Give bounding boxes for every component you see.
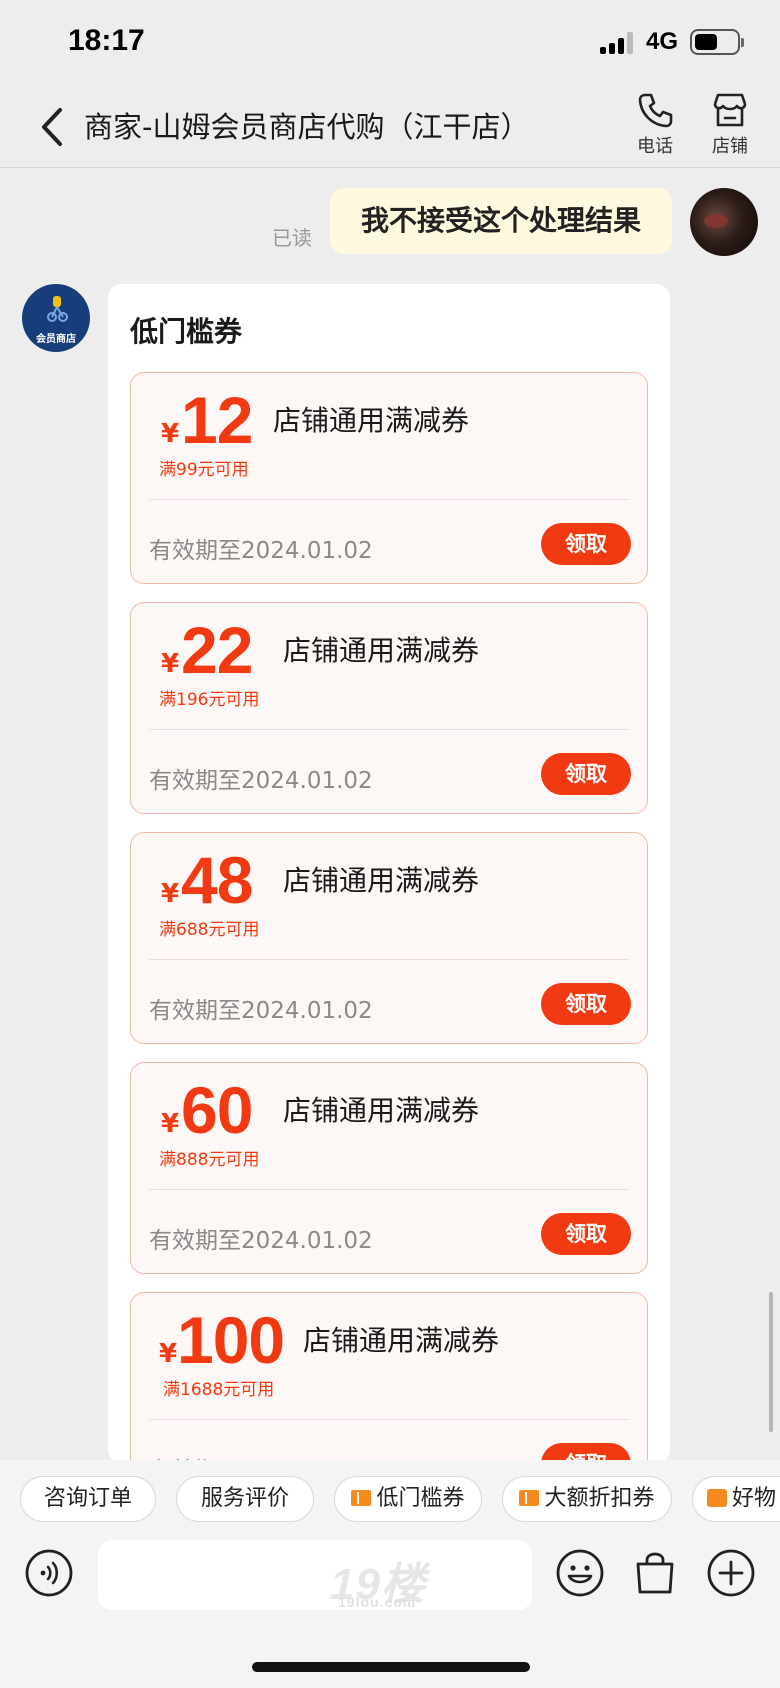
coupon-amount: 48 — [181, 843, 253, 917]
coupon-divider — [149, 1189, 629, 1190]
currency-symbol: ¥ — [161, 419, 180, 449]
coupon-card-title: 低门槛券 — [130, 315, 243, 348]
coupon-condition: 满688元可用 — [159, 920, 260, 940]
shop-logo-icon — [47, 296, 68, 322]
quick-reply-label: 咨询订单 — [43, 1486, 132, 1511]
coupon-name: 店铺通用满减券 — [283, 864, 480, 897]
coupon-card-message: 低门槛券 ¥ 12 满99元可用 店铺通用满减券 有效期至2024.01.02 … — [108, 284, 670, 1464]
coupon-divider — [149, 499, 629, 500]
currency-symbol: ¥ — [161, 649, 180, 679]
coupon-divider — [149, 729, 629, 730]
quick-reply-label: 低门槛券 — [376, 1486, 465, 1511]
coupon-amount: 22 — [181, 613, 253, 687]
claim-coupon-button[interactable]: 领取 — [541, 983, 631, 1025]
quick-reply-label: 服务评价 — [200, 1486, 289, 1511]
currency-symbol: ¥ — [159, 1339, 178, 1369]
store-button[interactable]: 店铺 — [700, 90, 760, 158]
watermark-sub: 19lou.com — [338, 1594, 417, 1610]
read-status: 已读 — [272, 226, 312, 250]
watermark: 19楼 19lou.com — [330, 1548, 426, 1612]
outgoing-message-bubble[interactable]: 我不接受这个处理结果 — [330, 188, 672, 254]
coupon-divider — [149, 1419, 629, 1420]
coupon-name: 店铺通用满减券 — [273, 404, 470, 437]
chat-header: 商家-山姆会员商店代购（江干店） 电话 店铺 — [0, 86, 780, 168]
phone-button[interactable]: 电话 — [625, 90, 685, 158]
coupon-amount: 60 — [181, 1073, 253, 1147]
store-icon — [713, 93, 747, 127]
shop-avatar-label: 会员商店 — [36, 334, 76, 345]
currency-symbol: ¥ — [161, 1109, 180, 1139]
claim-coupon-button[interactable]: 领取 — [541, 1213, 631, 1255]
back-button[interactable] — [36, 104, 68, 150]
phone-icon — [638, 93, 673, 128]
coupon-expiry: 有效期至2024.01.02 — [149, 1228, 373, 1254]
voice-icon[interactable] — [24, 1548, 74, 1598]
coupon-divider — [149, 959, 629, 960]
store-label: 店铺 — [712, 136, 748, 157]
chat-scrollbar[interactable] — [769, 1292, 773, 1432]
coupon-condition: 满99元可用 — [159, 460, 249, 480]
coupon-name: 店铺通用满减券 — [303, 1324, 500, 1357]
network-type: 4G — [646, 28, 679, 55]
quick-reply-consult-order[interactable]: 咨询订单 — [20, 1476, 156, 1522]
quick-reply-bar: 咨询订单 服务评价 低门槛券 大额折扣券 好物 — [0, 1476, 780, 1522]
ticket-icon — [351, 1490, 372, 1506]
coupon-item: ¥ 48 满688元可用 店铺通用满减券 有效期至2024.01.02 领取 — [130, 832, 648, 1044]
coupon-item: ¥ 60 满888元可用 店铺通用满减券 有效期至2024.01.02 领取 — [130, 1062, 648, 1274]
shopping-bag-icon — [707, 1489, 727, 1507]
status-time: 18:17 — [68, 24, 145, 57]
coupon-expiry: 有效期至2024.01.02 — [149, 998, 373, 1024]
currency-symbol: ¥ — [161, 879, 180, 909]
coupon-name: 店铺通用满减券 — [283, 1094, 480, 1127]
chevron-left-icon — [42, 108, 62, 146]
chat-title: 商家-山姆会员商店代购（江干店） — [84, 110, 530, 144]
signal-icon — [600, 32, 636, 54]
input-toolbar: 19楼 19lou.com — [0, 1540, 780, 1620]
claim-coupon-button[interactable]: 领取 — [541, 753, 631, 795]
emoji-icon[interactable] — [555, 1548, 605, 1598]
quick-reply-low-threshold-coupon[interactable]: 低门槛券 — [334, 1476, 482, 1522]
coupon-amount: 100 — [177, 1303, 285, 1377]
battery-icon — [690, 29, 744, 55]
coupon-condition: 满1688元可用 — [163, 1380, 275, 1400]
quick-reply-service-review[interactable]: 服务评价 — [176, 1476, 314, 1522]
quick-reply-big-discount-coupon[interactable]: 大额折扣券 — [502, 1476, 672, 1522]
status-bar: 18:17 4G — [0, 0, 780, 86]
ticket-icon — [519, 1490, 540, 1506]
coupon-name: 店铺通用满减券 — [283, 634, 480, 667]
bottom-panel: 咨询订单 服务评价 低门槛券 大额折扣券 好物 19楼 19lou.com — [0, 1460, 780, 1688]
coupon-item: ¥ 12 满99元可用 店铺通用满减券 有效期至2024.01.02 领取 — [130, 372, 648, 584]
shop-avatar[interactable]: 会员商店 — [22, 284, 90, 352]
quick-reply-good-items[interactable]: 好物 — [692, 1476, 780, 1522]
shopping-bag-icon[interactable] — [630, 1548, 680, 1598]
quick-reply-label: 大额折扣券 — [544, 1486, 655, 1511]
quick-reply-label: 好物 — [732, 1486, 777, 1511]
coupon-expiry: 有效期至2024.01.02 — [149, 538, 373, 564]
coupon-item: ¥ 100 满1688元可用 店铺通用满减券 有效期至2024.01.02 领取 — [130, 1292, 648, 1464]
coupon-item: ¥ 22 满196元可用 店铺通用满减券 有效期至2024.01.02 领取 — [130, 602, 648, 814]
claim-coupon-button[interactable]: 领取 — [541, 523, 631, 565]
coupon-condition: 满196元可用 — [159, 690, 260, 710]
home-indicator[interactable] — [252, 1662, 530, 1672]
coupon-expiry: 有效期至2024.01.02 — [149, 768, 373, 794]
message-input[interactable] — [98, 1540, 532, 1610]
coupon-amount: 12 — [181, 383, 253, 457]
coupon-condition: 满888元可用 — [159, 1150, 260, 1170]
phone-label: 电话 — [637, 136, 673, 157]
user-avatar[interactable] — [690, 188, 758, 256]
plus-icon[interactable] — [706, 1548, 756, 1598]
